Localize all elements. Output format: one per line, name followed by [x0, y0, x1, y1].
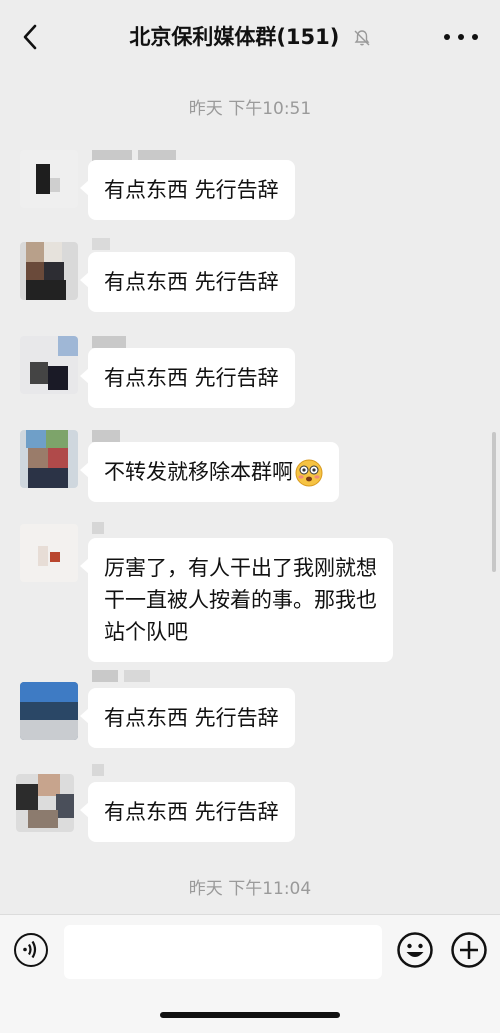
avatar[interactable] — [20, 336, 78, 394]
more-dot — [458, 34, 464, 40]
nickname-blur — [92, 238, 110, 252]
bell-off-icon — [354, 30, 370, 46]
message-text-line: 厉害了，有人干出了我刚就想 — [104, 556, 377, 580]
home-indicator[interactable] — [160, 1012, 340, 1018]
voice-button[interactable] — [14, 933, 48, 967]
emoji-button[interactable] — [396, 931, 434, 969]
plus-button[interactable] — [450, 931, 488, 969]
message-text: 有点东西 先行告辞 — [104, 800, 279, 824]
message-bubble[interactable]: 有点东西 先行告辞 — [80, 348, 295, 408]
message-bubble[interactable]: 有点东西 先行告辞 — [80, 782, 295, 842]
message-bubble[interactable]: 有点东西 先行告辞 — [80, 252, 295, 312]
message-bubble[interactable]: 厉害了，有人干出了我刚就想 干一直被人按着的事。那我也 站个队吧 — [80, 538, 393, 662]
emoji-icon — [397, 932, 433, 968]
timestamp: 昨天 下午10:51 — [188, 99, 312, 119]
timestamp: 昨天 下午11:04 — [188, 879, 312, 899]
message-text-line: 干一直被人按着的事。那我也 — [104, 588, 377, 612]
plus-icon — [451, 932, 487, 968]
avatar[interactable] — [20, 242, 78, 300]
chat-title: 北京保利媒体群(151) — [129, 25, 340, 49]
chat-title-wrap: 北京保利媒体群(151) — [0, 20, 500, 54]
avatar[interactable] — [20, 682, 78, 740]
nickname-blur — [92, 764, 104, 778]
chat-header: 北京保利媒体群(151) — [0, 0, 500, 72]
message-text: 有点东西 先行告辞 — [104, 706, 279, 730]
flushed-face-icon — [295, 459, 323, 487]
more-dot — [444, 34, 450, 40]
message-text: 不转发就移除本群啊 — [104, 460, 293, 484]
scrollbar[interactable] — [492, 432, 496, 572]
message-text-line: 站个队吧 — [104, 620, 188, 644]
nickname-blur — [92, 522, 104, 536]
avatar[interactable] — [20, 430, 78, 488]
more-dot — [472, 34, 478, 40]
more-button[interactable] — [444, 22, 478, 52]
message-text: 有点东西 先行告辞 — [104, 270, 279, 294]
message-text: 有点东西 先行告辞 — [104, 178, 279, 202]
message-bubble[interactable]: 不转发就移除本群啊 — [80, 442, 339, 502]
message-input[interactable] — [64, 925, 382, 979]
nickname-blur — [92, 670, 150, 684]
avatar[interactable] — [20, 150, 78, 208]
avatar[interactable] — [16, 774, 74, 832]
message-bubble[interactable]: 有点东西 先行告辞 — [80, 688, 295, 748]
voice-icon — [23, 940, 37, 959]
message-bubble[interactable]: 有点东西 先行告辞 — [80, 160, 295, 220]
avatar[interactable] — [20, 524, 78, 582]
message-text: 有点东西 先行告辞 — [104, 366, 279, 390]
